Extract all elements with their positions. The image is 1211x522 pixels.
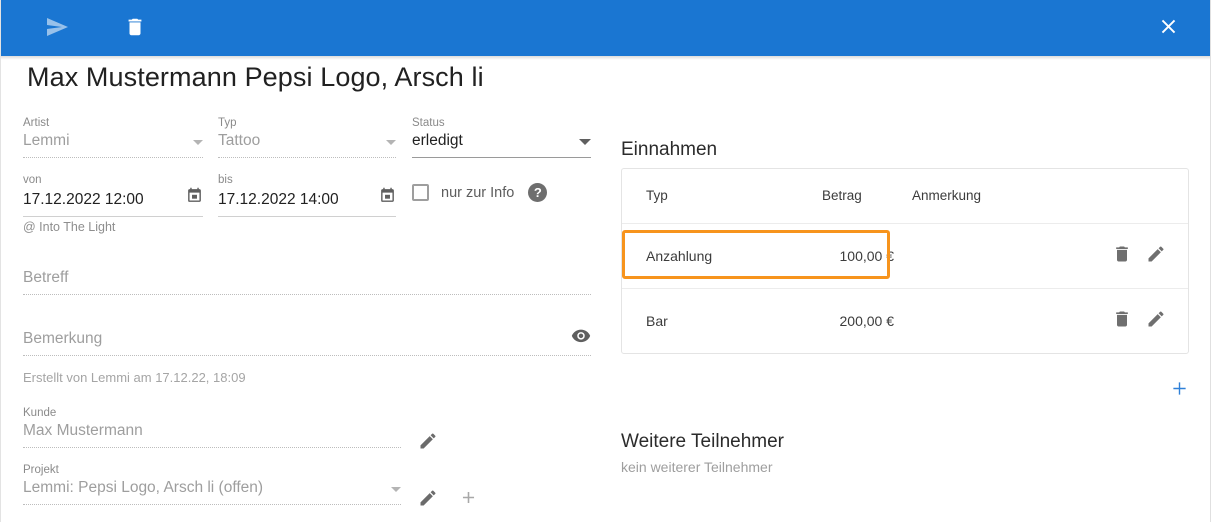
field-kunde[interactable]: Kunde Max Mustermann	[23, 406, 401, 448]
pencil-icon	[418, 431, 438, 454]
left-form-column: Artist Lemmi Typ Tattoo Status erledigt	[1, 105, 613, 522]
edit-kunde-button[interactable]	[416, 430, 440, 454]
field-projekt-label: Projekt	[23, 464, 59, 476]
field-projekt-underline	[23, 504, 401, 505]
created-note: Erstellt von Lemmi am 17.12.22, 18:09	[23, 370, 246, 385]
field-bemerkung-underline	[23, 355, 591, 356]
edit-row-button[interactable]	[1146, 244, 1166, 267]
field-von[interactable]: von 17.12.2022 12:00	[23, 173, 203, 217]
chevron-down-icon[interactable]	[579, 139, 591, 145]
field-bemerkung[interactable]: Bemerkung	[23, 325, 591, 356]
teilnehmer-title: Weitere Teilnehmer	[621, 431, 784, 452]
close-button[interactable]	[1144, 4, 1192, 52]
field-status-label: Status	[412, 117, 445, 129]
help-icon[interactable]: ?	[528, 183, 548, 202]
field-kunde-underline	[23, 447, 401, 448]
trash-icon	[124, 16, 146, 41]
field-bis-value: 17.12.2022 14:00	[218, 191, 339, 208]
add-einnahme-button[interactable]	[1162, 373, 1196, 407]
send-icon	[45, 15, 69, 42]
calendar-icon[interactable]	[379, 187, 396, 209]
column-header-anmerkung: Anmerkung	[912, 188, 982, 204]
venue-label: @ Into The Light	[23, 220, 116, 234]
field-bis-label: bis	[218, 174, 233, 186]
table-header-row: Typ Betrag Anmerkung	[622, 169, 1188, 223]
pencil-icon	[1146, 244, 1166, 267]
cell-anmerkung	[894, 287, 1054, 353]
field-projekt-value: Lemmi: Pepsi Logo, Arsch li (offen)	[23, 479, 264, 496]
table-row[interactable]: Anzahlung 100,00 €	[622, 222, 1188, 288]
field-von-underline	[23, 216, 203, 217]
einnahmen-table-body: Anzahlung 100,00 € Bar 200,00 €	[622, 222, 1188, 353]
cell-typ: Anzahlung	[622, 222, 822, 288]
right-column: Einnahmen Typ Betrag Anmerkung Anzahlung…	[613, 105, 1210, 522]
chevron-down-icon[interactable]	[386, 140, 396, 145]
checkbox-nur-zur-info[interactable]	[412, 184, 429, 201]
einnahmen-table-head: Typ Betrag Anmerkung	[622, 169, 1188, 223]
einnahmen-title: Einnahmen	[621, 139, 718, 160]
field-typ-underline	[218, 157, 396, 158]
field-von-value: 17.12.2022 12:00	[23, 191, 144, 208]
trash-icon	[1112, 244, 1132, 267]
visibility-toggle-button[interactable]	[571, 325, 591, 348]
plus-icon	[459, 488, 478, 510]
field-kunde-label: Kunde	[23, 407, 57, 419]
chevron-down-icon[interactable]	[391, 487, 401, 492]
column-header-typ: Typ	[646, 188, 668, 204]
field-artist-label: Artist	[23, 117, 50, 129]
send-button[interactable]	[33, 4, 81, 52]
field-bemerkung-placeholder: Bemerkung	[23, 330, 103, 347]
cell-betrag: 100,00 €	[822, 222, 894, 288]
field-von-label: von	[23, 174, 42, 186]
edit-projekt-button[interactable]	[416, 487, 440, 511]
delete-row-button[interactable]	[1112, 244, 1132, 267]
field-artist-value: Lemmi	[23, 132, 70, 149]
cell-actions	[1054, 222, 1188, 288]
calendar-icon[interactable]	[186, 187, 203, 209]
field-status[interactable]: Status erledigt	[412, 116, 591, 158]
close-icon	[1157, 15, 1180, 41]
field-typ-value: Tattoo	[218, 132, 261, 149]
cell-betrag: 200,00 €	[822, 287, 894, 353]
field-bis[interactable]: bis 17.12.2022 14:00	[218, 173, 396, 217]
pencil-icon	[418, 488, 438, 511]
field-artist-underline	[23, 157, 203, 158]
delete-button[interactable]	[111, 4, 159, 52]
plus-icon	[1169, 378, 1190, 402]
page-title: Max Mustermann Pepsi Logo, Arsch li	[27, 62, 484, 92]
delete-row-button[interactable]	[1112, 309, 1132, 332]
cell-anmerkung	[894, 222, 1054, 288]
checkbox-label: nur zur Info	[441, 184, 515, 201]
field-betreff[interactable]: Betreff	[23, 267, 591, 295]
field-kunde-value: Max Mustermann	[23, 422, 143, 439]
field-status-value: erledigt	[412, 132, 463, 149]
field-typ[interactable]: Typ Tattoo	[218, 116, 396, 158]
add-projekt-button[interactable]	[456, 487, 480, 511]
pencil-icon	[1146, 309, 1166, 332]
eye-icon	[571, 325, 591, 348]
column-header-betrag: Betrag	[822, 188, 862, 204]
field-typ-label: Typ	[218, 117, 237, 129]
dialog-toolbar	[1, 0, 1210, 60]
einnahmen-card: Typ Betrag Anmerkung Anzahlung 100,00 €	[621, 168, 1189, 354]
trash-icon	[1112, 309, 1132, 332]
teilnehmer-empty-text: kein weiterer Teilnehmer	[621, 459, 773, 475]
field-bis-underline	[218, 216, 396, 217]
info-only-checkbox-group[interactable]: nur zur Info ?	[412, 183, 548, 202]
field-betreff-underline	[23, 294, 591, 295]
edit-row-button[interactable]	[1146, 309, 1166, 332]
field-projekt[interactable]: Projekt Lemmi: Pepsi Logo, Arsch li (off…	[23, 463, 401, 505]
field-status-underline	[412, 157, 591, 158]
field-artist[interactable]: Artist Lemmi	[23, 116, 203, 158]
table-row[interactable]: Bar 200,00 €	[622, 287, 1188, 353]
field-betreff-placeholder: Betreff	[23, 269, 69, 286]
appointment-detail-dialog: Max Mustermann Pepsi Logo, Arsch li Arti…	[0, 0, 1211, 522]
column-header-actions	[1054, 169, 1188, 223]
einnahmen-table: Typ Betrag Anmerkung Anzahlung 100,00 €	[622, 169, 1188, 353]
chevron-down-icon[interactable]	[193, 140, 203, 145]
cell-typ: Bar	[622, 287, 822, 353]
cell-actions	[1054, 287, 1188, 353]
